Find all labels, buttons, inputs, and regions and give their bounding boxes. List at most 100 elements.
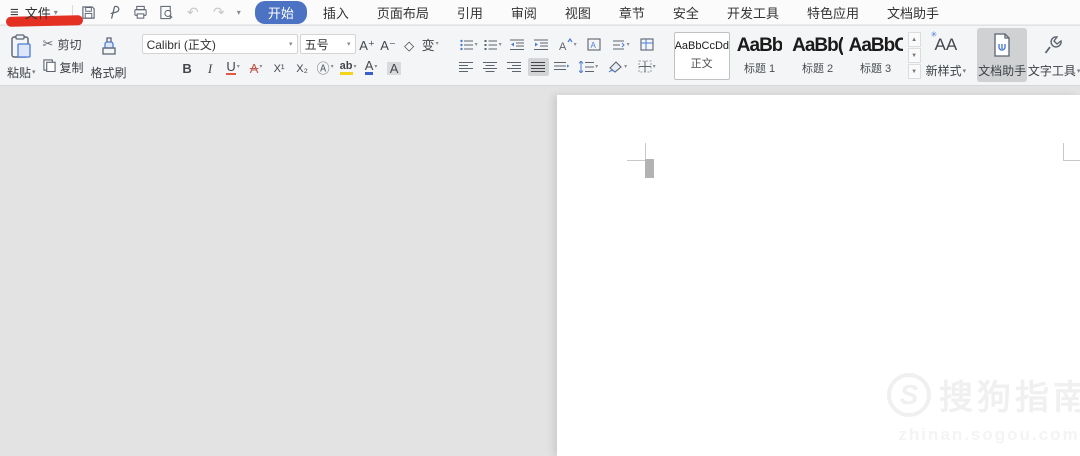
asian-layout-button[interactable]: A▾	[554, 36, 580, 54]
font-group: Calibri (正文) ▾ 五号 ▾ A⁺ A⁻ ◇ 变▾ B I U▾ A▾…	[138, 26, 444, 85]
doc-assistant-label: 文档助手	[978, 62, 1026, 79]
highlight-color-button[interactable]: ab▾	[339, 58, 358, 77]
undo-icon[interactable]: ↶	[185, 4, 201, 20]
borders-button[interactable]: ▾	[634, 58, 660, 76]
tab-doc-assistant[interactable]: 文档助手	[875, 0, 951, 25]
tab-special-apps[interactable]: 特色应用	[795, 0, 871, 25]
increase-indent-button[interactable]	[530, 36, 551, 54]
paste-label: 粘贴	[7, 64, 31, 81]
underline-glyph: U	[226, 60, 235, 75]
font-family-select[interactable]: Calibri (正文) ▾	[142, 34, 298, 54]
margin-mark-top-left-horizontal	[627, 160, 646, 161]
decrease-indent-button[interactable]	[506, 36, 527, 54]
numbered-dropdown-icon: ▾	[499, 41, 502, 48]
subscript-button[interactable]: X₂	[293, 58, 312, 77]
style-heading-1[interactable]: AaBb 标题 1	[732, 32, 788, 80]
new-style-dropdown-icon: ▾	[963, 67, 967, 75]
font-size-value: 五号	[305, 36, 329, 53]
tab-review[interactable]: 审阅	[499, 0, 549, 25]
tab-section[interactable]: 章节	[607, 0, 657, 25]
style-heading-2[interactable]: AaBb( 标题 2	[790, 32, 846, 80]
style-label: 标题 1	[744, 60, 775, 76]
line-spacing-button[interactable]: ▾	[576, 58, 602, 76]
tab-view[interactable]: 视图	[553, 0, 603, 25]
document-area[interactable]: S 搜狗指南 zhinan.sogou.com	[0, 87, 1080, 456]
tab-home[interactable]: 开始	[255, 1, 307, 24]
numbered-list-button[interactable]: ▾	[482, 36, 503, 54]
copy-button[interactable]: 复制	[43, 59, 84, 76]
watermark-url: zhinan.sogou.com	[898, 425, 1079, 445]
clear-format-button[interactable]: ◇	[400, 35, 419, 54]
tab-references[interactable]: 引用	[445, 0, 495, 25]
italic-button[interactable]: I	[201, 58, 220, 77]
new-style-button[interactable]: AA✳ 新样式▾	[923, 28, 970, 82]
paragraph-spacing-button[interactable]: ▾	[607, 36, 633, 54]
paste-dropdown-icon: ▾	[32, 68, 36, 76]
styles-scroll-down-button[interactable]: ▼	[908, 48, 921, 63]
pinyin-glyph: 变	[422, 39, 435, 52]
margin-mark-top-right-vertical	[1063, 143, 1064, 161]
tab-page-layout[interactable]: 页面布局	[365, 0, 441, 25]
asian-layout-dropdown-icon: ▾	[574, 41, 577, 48]
save-icon[interactable]	[81, 4, 97, 20]
highlight-glyph: ab	[340, 61, 353, 75]
ribbon-toolbar: 粘贴▾ ✂ 剪切 复制 格式刷 Calibri (正文) ▾	[0, 26, 1080, 86]
highlight-dropdown-icon: ▾	[354, 64, 357, 70]
strikethrough-button[interactable]: A▾	[247, 58, 266, 77]
char-shading-button[interactable]: A	[385, 58, 404, 77]
bullet-list-button[interactable]: ▾	[458, 36, 479, 54]
print-icon[interactable]	[133, 4, 149, 20]
pinyin-guide-button[interactable]: 变▾	[421, 35, 440, 54]
tab-security[interactable]: 安全	[661, 0, 711, 25]
redo-icon[interactable]: ↷	[211, 4, 227, 20]
styles-scroll-up-button[interactable]: ▲	[908, 32, 921, 47]
file-menu[interactable]: 文件 ▾	[25, 3, 58, 22]
text-tools-button[interactable]: 文字工具▾	[1027, 28, 1080, 82]
font-size-select[interactable]: 五号 ▾	[300, 34, 356, 54]
align-right-button[interactable]	[504, 58, 525, 76]
underline-button[interactable]: U▾	[224, 58, 243, 77]
tab-insert[interactable]: 插入	[311, 0, 361, 25]
strike-dropdown-icon: ▾	[259, 64, 262, 70]
text-effects-glyph: Ⓐ	[317, 62, 330, 75]
copy-label: 复制	[60, 59, 84, 76]
style-label: 标题 2	[802, 60, 833, 76]
distribute-align-button[interactable]	[552, 58, 573, 76]
tab-developer[interactable]: 开发工具	[715, 0, 791, 25]
styles-scrollbar: ▲ ▼ ▼	[908, 32, 921, 79]
paragraph-layout-button[interactable]	[636, 36, 657, 54]
text-direction-button[interactable]: A	[583, 36, 604, 54]
format-painter-button[interactable]: 格式刷	[88, 30, 130, 84]
align-left-button[interactable]	[456, 58, 477, 76]
print-preview-icon[interactable]	[159, 4, 175, 20]
output-pdf-icon[interactable]	[107, 4, 123, 20]
doc-assistant-icon	[991, 32, 1013, 58]
shading-dropdown-icon: ▾	[624, 63, 627, 70]
paste-button[interactable]: 粘贴▾	[4, 30, 39, 84]
grow-font-button[interactable]: A⁺	[358, 35, 377, 54]
chevron-down-icon: ▾	[54, 8, 58, 17]
justify-button[interactable]	[528, 58, 549, 76]
cut-button[interactable]: ✂ 剪切	[43, 36, 84, 53]
style-normal[interactable]: AaBbCcDd 正文	[674, 32, 730, 80]
customize-toolbar-icon[interactable]: ▾	[237, 8, 241, 17]
font-size-dropdown-icon: ▾	[347, 40, 351, 48]
styles-gallery-more-button[interactable]: ▼	[908, 64, 921, 79]
superscript-button[interactable]: X¹	[270, 58, 289, 77]
undo-glyph: ↶	[187, 5, 199, 19]
style-preview: AaBbCcDd	[675, 40, 729, 52]
clipboard-group: 粘贴▾ ✂ 剪切 复制 格式刷	[0, 26, 130, 85]
font-color-button[interactable]: A▾	[362, 58, 381, 77]
font-color-glyph: A	[365, 59, 374, 75]
style-heading-3[interactable]: AaBbC( 标题 3	[848, 32, 904, 80]
shading-button[interactable]: ▾	[605, 58, 631, 76]
shrink-font-button[interactable]: A⁻	[379, 35, 398, 54]
text-effects-button[interactable]: Ⓐ▾	[316, 58, 335, 77]
doc-assistant-button[interactable]: 文档助手	[977, 28, 1027, 82]
bold-button[interactable]: B	[178, 58, 197, 77]
new-style-label: 新样式	[926, 62, 962, 79]
sogou-watermark: S 搜狗指南 zhinan.sogou.com	[887, 370, 1080, 445]
text-tools-label: 文字工具	[1028, 62, 1076, 79]
document-page[interactable]: S 搜狗指南 zhinan.sogou.com	[557, 95, 1080, 456]
align-center-button[interactable]	[480, 58, 501, 76]
